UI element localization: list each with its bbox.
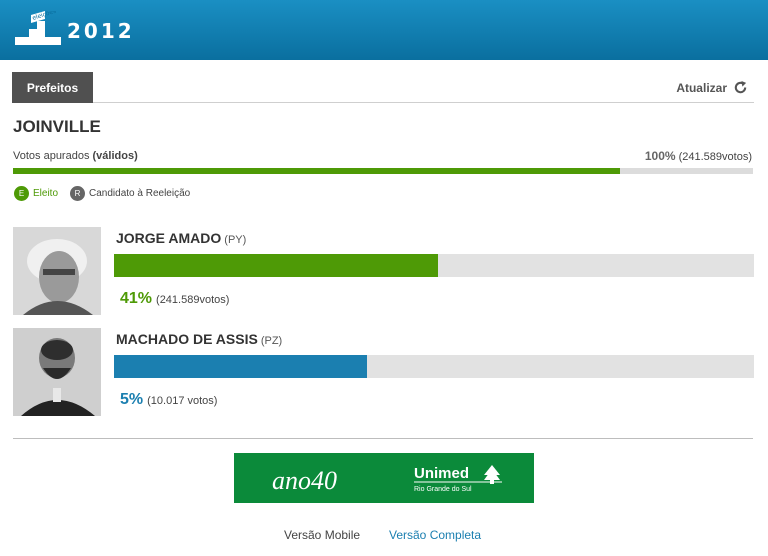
divider bbox=[13, 438, 753, 439]
legend-reelection: R Candidato à Reeleição bbox=[70, 186, 190, 201]
candidate-name: MACHADO DE ASSIS (PZ) bbox=[116, 331, 282, 347]
candidate-percent-value: 41% bbox=[120, 290, 153, 307]
candidate-vote-bar bbox=[114, 254, 754, 277]
candidate-party: (PY) bbox=[224, 234, 247, 246]
reelection-badge-icon: R bbox=[70, 186, 86, 201]
elected-badge-icon: E bbox=[14, 186, 29, 201]
banner-region-text: Rio Grande do Sul bbox=[414, 486, 472, 493]
votes-progress-fill bbox=[13, 168, 620, 174]
legend-elected-label: Eleito bbox=[33, 188, 59, 199]
mobile-version-link[interactable]: Versão Mobile bbox=[284, 528, 360, 542]
elections-logo[interactable]: eleições bbox=[15, 11, 61, 47]
city-title: JOINVILLE bbox=[13, 117, 101, 136]
legend-elected: E Eleito bbox=[14, 186, 58, 201]
votes-progress-bar bbox=[13, 168, 753, 174]
refresh-icon bbox=[734, 80, 747, 94]
candidate-vote-fill bbox=[114, 254, 438, 277]
sponsor-banner[interactable]: ano40 Unimed Rio Grande do Sul bbox=[234, 453, 534, 503]
tab-bar: Prefeitos Atualizar bbox=[12, 72, 754, 103]
banner-ano40-text: ano40 bbox=[272, 466, 337, 495]
candidate-photo bbox=[13, 227, 101, 315]
votes-counted-label: Votos apurados (válidos) bbox=[13, 150, 138, 162]
candidate-name: JORGE AMADO (PY) bbox=[116, 230, 246, 246]
candidate-name-text: JORGE AMADO bbox=[116, 230, 222, 246]
logo-year: 2012 bbox=[67, 19, 135, 43]
full-version-link[interactable]: Versão Completa bbox=[389, 528, 481, 542]
candidate-vote-fill bbox=[114, 355, 367, 378]
refresh-button[interactable]: Atualizar bbox=[676, 80, 748, 95]
candidate-row: MACHADO DE ASSIS (PZ) 5% (10.017 votos) bbox=[13, 328, 754, 418]
candidate-party: (PZ) bbox=[260, 335, 283, 347]
votes-total-count: (241.589votos) bbox=[678, 151, 752, 163]
candidate-percent-value: 5% bbox=[120, 391, 144, 408]
votes-label-bold: (válidos) bbox=[92, 150, 138, 162]
site-header: eleições 2012 bbox=[0, 0, 768, 60]
candidate-row: JORGE AMADO (PY) 41% (241.589votos) bbox=[13, 227, 754, 317]
candidate-percent: 5% (10.017 votos) bbox=[120, 391, 217, 409]
candidate-votes: (241.589votos) bbox=[156, 294, 230, 306]
legend-reelection-label: Candidato à Reeleição bbox=[89, 188, 191, 199]
refresh-label: Atualizar bbox=[676, 80, 727, 95]
candidate-vote-bar bbox=[114, 355, 754, 378]
candidate-percent: 41% (241.589votos) bbox=[120, 290, 229, 308]
candidate-photo bbox=[13, 328, 101, 416]
votes-total-percent: 100% bbox=[644, 149, 676, 163]
logo-text: eleições bbox=[31, 11, 56, 22]
candidate-votes: (10.017 votos) bbox=[147, 395, 218, 407]
legend: E Eleito R Candidato à Reeleição bbox=[14, 186, 202, 201]
votes-total: 100% (241.589votos) bbox=[645, 149, 752, 163]
banner-brand-text: Unimed bbox=[414, 465, 469, 482]
candidate-name-text: MACHADO DE ASSIS bbox=[116, 331, 258, 347]
tab-prefeitos[interactable]: Prefeitos bbox=[12, 72, 93, 103]
votes-label-prefix: Votos apurados bbox=[13, 150, 90, 162]
